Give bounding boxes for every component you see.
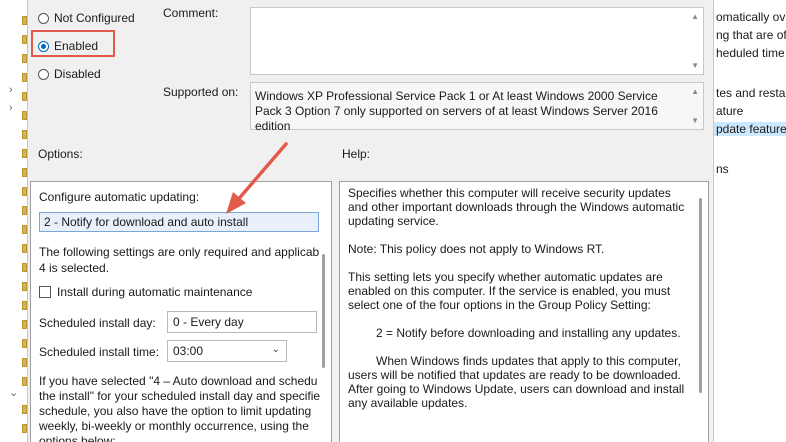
annotation-arrow <box>226 142 288 214</box>
arrow-shaft <box>234 142 288 204</box>
